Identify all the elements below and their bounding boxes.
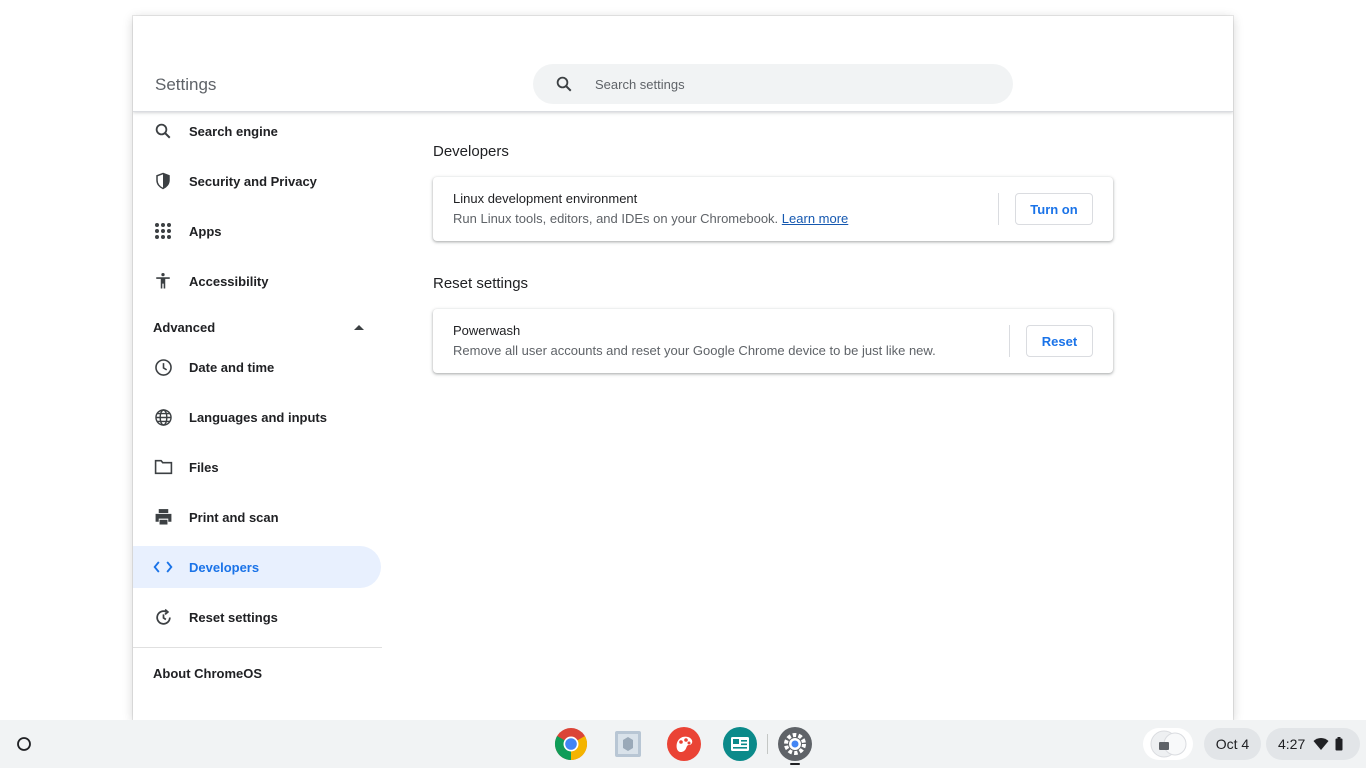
sidebar-item-label: Files	[189, 459, 219, 475]
accessibility-icon	[133, 271, 189, 291]
search-icon	[533, 75, 595, 93]
classroom-app-icon[interactable]	[723, 727, 757, 761]
linux-card-description: Run Linux tools, editors, and IDEs on yo…	[453, 211, 779, 226]
sidebar-item-label: Print and scan	[189, 509, 279, 525]
active-app-indicator	[790, 763, 800, 765]
learn-more-link[interactable]: Learn more	[782, 211, 848, 226]
launcher-button[interactable]	[8, 728, 40, 760]
card-divider	[998, 193, 999, 225]
settings-header: Settings	[133, 16, 1233, 112]
sidebar-item-about-chromeos[interactable]: About ChromeOS	[153, 666, 262, 681]
time-label: 4:27	[1278, 736, 1306, 752]
sidebar-item-label: Languages and inputs	[189, 409, 327, 425]
powerwash-card-title: Powerwash	[453, 323, 521, 338]
powerwash-card: Powerwash Remove all user accounts and r…	[433, 309, 1113, 373]
linux-card: Linux development environment Run Linux …	[433, 177, 1113, 241]
sidebar-item-developers[interactable]: Developers	[133, 546, 381, 588]
reset-section-title: Reset settings	[433, 275, 529, 292]
settings-window: Settings Search engine Security and Priv…	[133, 16, 1233, 720]
launcher-icon	[17, 737, 31, 751]
folder-icon	[133, 459, 189, 475]
settings-app-icon[interactable]	[778, 727, 812, 761]
sidebar-item-accessibility[interactable]: Accessibility	[133, 260, 381, 302]
search-input[interactable]	[595, 76, 975, 92]
files-app-icon[interactable]	[611, 727, 645, 761]
sidebar-item-label: Date and time	[189, 359, 275, 375]
sidebar-item-label: Apps	[189, 223, 222, 239]
date-tray[interactable]: Oct 4	[1204, 728, 1261, 760]
sidebar: Search engine Security and Privacy Apps …	[133, 113, 383, 720]
advanced-toggle[interactable]: Advanced	[153, 315, 365, 339]
sidebar-item-date-and-time[interactable]: Date and time	[133, 346, 381, 388]
wifi-icon	[1313, 738, 1329, 750]
sidebar-item-reset-settings[interactable]: Reset settings	[133, 596, 381, 638]
developers-section-title: Developers	[433, 143, 509, 160]
shelf: Oct 4 4:27	[0, 720, 1366, 768]
card-divider	[1009, 325, 1010, 357]
chrome-app-icon[interactable]	[554, 727, 588, 761]
powerwash-card-subtitle: Remove all user accounts and reset your …	[453, 343, 936, 358]
reset-button[interactable]: Reset	[1026, 325, 1093, 357]
shelf-divider	[767, 734, 768, 754]
sidebar-item-label: Reset settings	[189, 609, 278, 625]
advanced-label: Advanced	[153, 319, 216, 335]
clock-icon	[133, 358, 189, 377]
sidebar-item-languages-and-inputs[interactable]: Languages and inputs	[133, 396, 381, 438]
apps-grid-icon	[133, 222, 189, 240]
globe-icon	[133, 408, 189, 427]
sidebar-item-files[interactable]: Files	[133, 446, 381, 488]
canvas-app-icon[interactable]	[667, 727, 701, 761]
caret-up-icon	[354, 325, 364, 330]
battery-icon	[1335, 737, 1343, 751]
holding-space-icon	[1150, 730, 1187, 758]
reset-icon	[133, 608, 189, 627]
sidebar-item-security-and-privacy[interactable]: Security and Privacy	[133, 160, 381, 202]
linux-card-subtitle: Run Linux tools, editors, and IDEs on yo…	[453, 211, 848, 226]
app-title: Settings	[155, 75, 217, 94]
sidebar-item-label: Security and Privacy	[189, 173, 317, 189]
code-icon	[133, 560, 189, 574]
sidebar-item-label: Search engine	[189, 123, 278, 139]
search-box[interactable]	[533, 64, 1013, 104]
sidebar-item-label: Accessibility	[189, 273, 269, 289]
sidebar-item-search-engine[interactable]: Search engine	[133, 110, 381, 152]
printer-icon	[133, 508, 189, 526]
sidebar-divider	[133, 647, 382, 648]
sidebar-item-label: Developers	[189, 559, 260, 575]
turn-on-button[interactable]: Turn on	[1015, 193, 1093, 225]
system-tray[interactable]: 4:27	[1266, 728, 1360, 760]
tote-button[interactable]	[1143, 728, 1193, 760]
shield-icon	[133, 171, 189, 191]
linux-card-title: Linux development environment	[453, 191, 638, 206]
sidebar-item-apps[interactable]: Apps	[133, 210, 381, 252]
search-icon	[133, 122, 189, 140]
sidebar-item-print-and-scan[interactable]: Print and scan	[133, 496, 381, 538]
